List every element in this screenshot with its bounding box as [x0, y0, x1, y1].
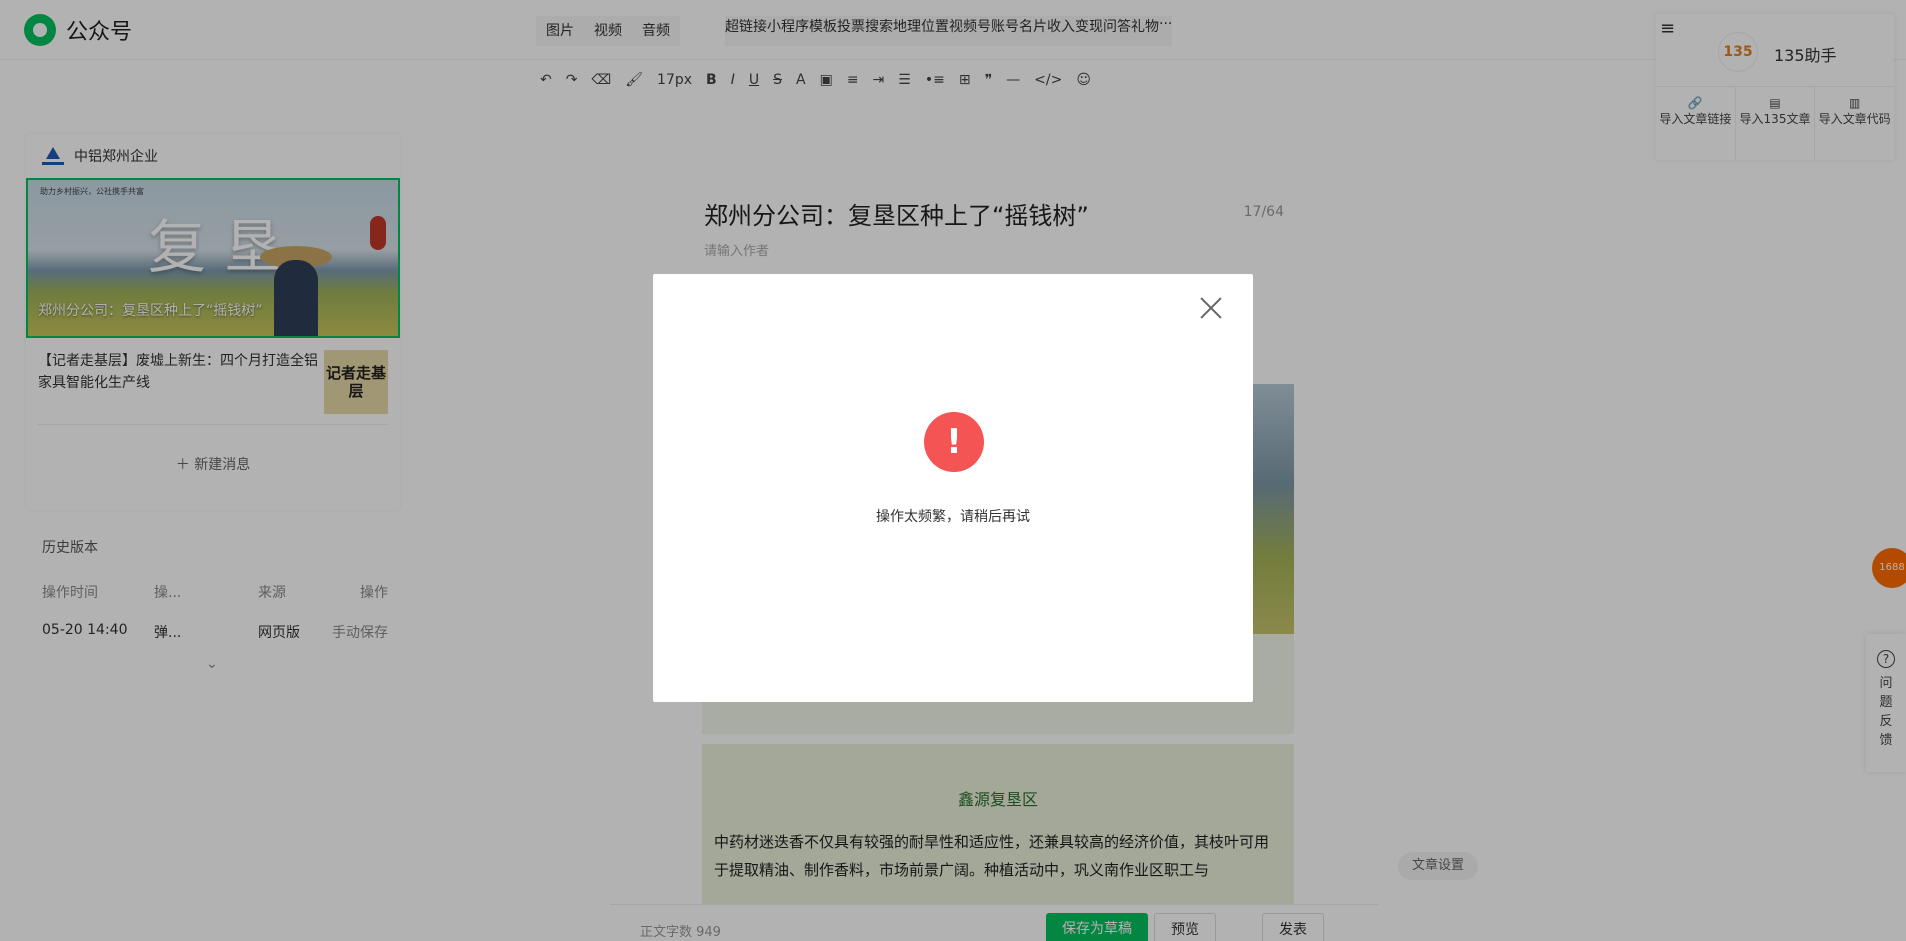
close-icon[interactable] — [1199, 296, 1223, 320]
error-dialog: ! 操作太频繁，请稍后再试 — [653, 274, 1253, 702]
error-message: 操作太频繁，请稍后再试 — [876, 509, 1030, 525]
warning-icon: ! — [924, 412, 984, 472]
